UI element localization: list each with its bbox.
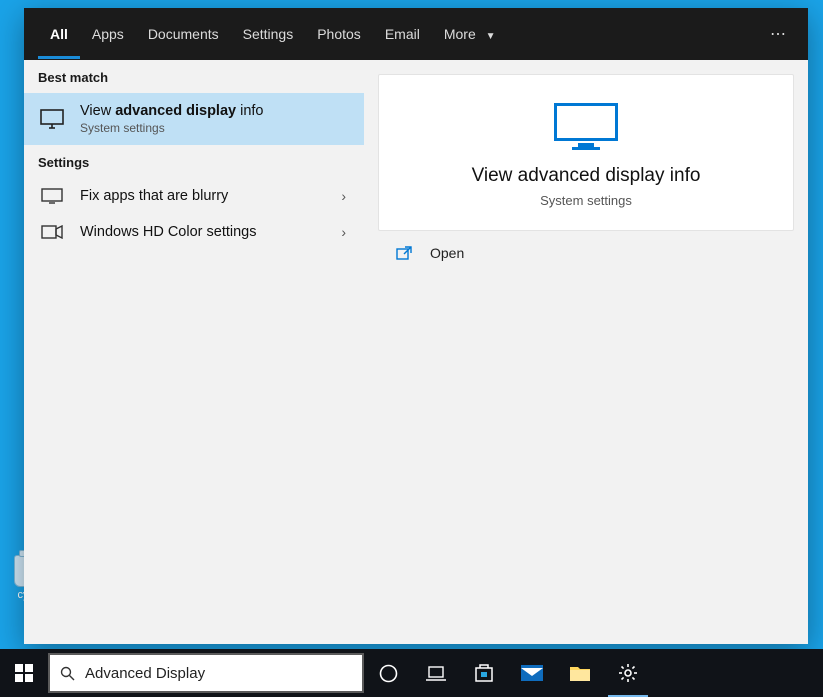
action-open-label: Open (430, 245, 464, 261)
tab-more[interactable]: More ▼ (432, 10, 508, 59)
taskbar-icons (364, 649, 652, 697)
tab-settings[interactable]: Settings (231, 10, 306, 59)
result-best-match[interactable]: View advanced display info System settin… (24, 93, 364, 145)
tab-photos[interactable]: Photos (305, 10, 373, 59)
taskbar-search-box[interactable] (48, 653, 364, 693)
result-title: Windows HD Color settings (80, 224, 327, 240)
result-title: Fix apps that are blurry (80, 188, 327, 204)
taskbar-app-settings[interactable] (604, 649, 652, 697)
result-text: Windows HD Color settings (80, 224, 327, 240)
open-icon (396, 246, 416, 260)
taskbar (0, 649, 823, 697)
tab-email[interactable]: Email (373, 10, 432, 59)
action-open[interactable]: Open (378, 231, 794, 275)
detail-subtitle: System settings (399, 193, 773, 208)
detail-card: View advanced display info System settin… (378, 74, 794, 231)
search-input[interactable] (85, 665, 352, 682)
monitor-icon (38, 188, 66, 204)
chevron-right-icon: › (341, 188, 350, 204)
monitor-large-icon (554, 103, 618, 147)
more-options-button[interactable]: ⋯ (758, 16, 800, 52)
result-text: Fix apps that are blurry (80, 188, 327, 204)
chevron-right-icon: › (341, 224, 350, 240)
task-view-button[interactable] (412, 649, 460, 697)
tab-all[interactable]: All (38, 10, 80, 59)
taskbar-app-mail[interactable] (508, 649, 556, 697)
cortana-button[interactable] (364, 649, 412, 697)
result-title-pre: View (80, 103, 115, 119)
start-search-panel: All Apps Documents Settings Photos Email… (24, 8, 808, 644)
search-tabs: All Apps Documents Settings Photos Email… (38, 10, 508, 59)
result-title-bold: advanced display (115, 103, 236, 119)
taskbar-app-store[interactable] (460, 649, 508, 697)
result-fix-blurry-apps[interactable]: Fix apps that are blurry › (24, 178, 364, 214)
chevron-down-icon: ▼ (486, 31, 496, 42)
monitor-icon (38, 109, 66, 129)
detail-title: View advanced display info (399, 165, 773, 187)
result-subtitle: System settings (80, 121, 350, 135)
search-panel-body: Best match View advanced display info Sy… (24, 60, 808, 644)
search-tab-strip: All Apps Documents Settings Photos Email… (24, 8, 808, 60)
result-title-post: info (236, 103, 263, 119)
taskbar-app-explorer[interactable] (556, 649, 604, 697)
section-header-best-match: Best match (24, 60, 364, 93)
windows-logo-icon (15, 664, 33, 682)
result-hd-color-settings[interactable]: Windows HD Color settings › (24, 214, 364, 250)
camera-icon (38, 225, 66, 239)
tab-documents[interactable]: Documents (136, 10, 231, 59)
results-pane: Best match View advanced display info Sy… (24, 60, 364, 644)
result-title: View advanced display info (80, 103, 350, 119)
start-button[interactable] (0, 649, 48, 697)
tab-apps[interactable]: Apps (80, 10, 136, 59)
result-text: View advanced display info System settin… (80, 103, 350, 135)
search-icon (60, 666, 75, 681)
section-header-settings: Settings (24, 145, 364, 178)
tab-more-label: More (444, 26, 476, 42)
detail-pane: View advanced display info System settin… (364, 60, 808, 644)
